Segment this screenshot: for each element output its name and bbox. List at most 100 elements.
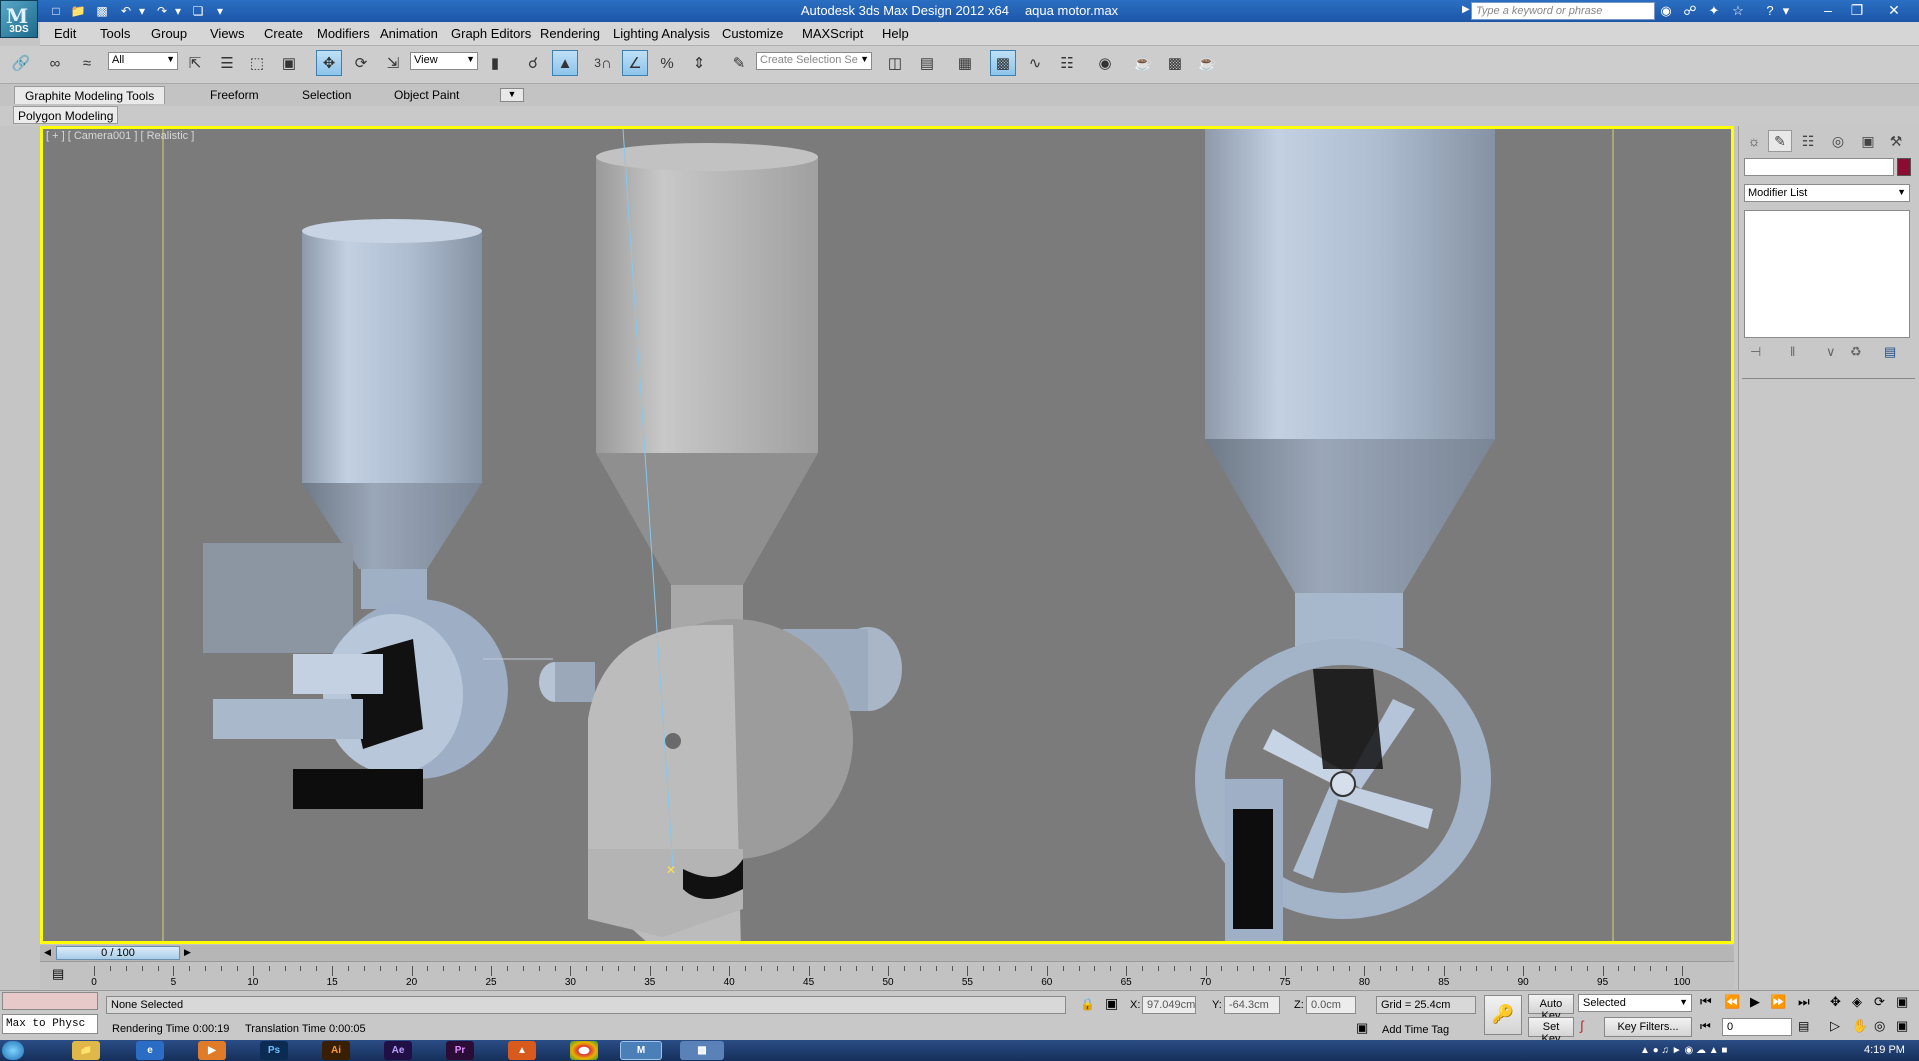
time-slider[interactable]: 0 / 100 xyxy=(56,946,180,960)
viewport-label-menu[interactable]: [ + ] [ Camera001 ] [ Realistic ] xyxy=(46,130,194,142)
ribbon-options-button[interactable]: ▼ xyxy=(500,88,524,102)
camera-viewport[interactable]: ✕ xyxy=(40,126,1734,944)
menu-views[interactable]: Views xyxy=(210,26,244,41)
subscription-center-icon[interactable]: ☍ xyxy=(1680,2,1700,20)
snaps-toggle-icon[interactable]: 3 ∩ xyxy=(590,50,616,76)
pin-stack-icon[interactable]: ⊣ xyxy=(1750,344,1761,360)
create-panel-icon[interactable]: ☼ xyxy=(1742,130,1766,152)
orbit-camera-icon[interactable]: ◎ xyxy=(1874,1018,1885,1034)
menu-help[interactable]: Help xyxy=(882,26,909,41)
select-and-scale-icon[interactable]: ⇲ xyxy=(380,50,406,76)
configure-modifier-sets-icon[interactable]: ▤ xyxy=(1884,344,1896,360)
curve-editor-icon[interactable]: ∿ xyxy=(1022,50,1048,76)
menu-lighting-analysis[interactable]: Lighting Analysis xyxy=(613,26,710,41)
zoom-extents-icon[interactable]: ▣ xyxy=(1896,994,1908,1010)
tab-graphite-modeling-tools[interactable]: Graphite Modeling Tools xyxy=(14,86,166,104)
object-color-swatch[interactable] xyxy=(1897,158,1911,176)
menu-graph-editors[interactable]: Graph Editors xyxy=(451,26,531,41)
select-and-link-icon[interactable]: 🔗 xyxy=(8,50,34,76)
pan-hand-icon[interactable]: ✋ xyxy=(1852,1018,1868,1034)
new-file-icon[interactable]: □ xyxy=(48,3,64,19)
menu-group[interactable]: Group xyxy=(151,26,187,41)
window-crossing-icon[interactable]: ▣ xyxy=(276,50,302,76)
orbit-icon[interactable]: ⟳ xyxy=(1874,994,1885,1010)
infocenter-search-input[interactable]: Type a keyword or phrase xyxy=(1471,2,1655,20)
x-coordinate-field[interactable]: 97.049cm xyxy=(1142,996,1196,1014)
maxscript-mini-listener[interactable]: Max to Physc xyxy=(2,1014,98,1034)
taskbar-app-ai[interactable]: Ai xyxy=(322,1041,350,1060)
file-explorer-icon[interactable]: 📁 xyxy=(72,1041,100,1060)
graphite-modeling-toggle-icon[interactable]: ▩ xyxy=(990,50,1016,76)
zoom-icon[interactable]: ✥ xyxy=(1830,994,1841,1010)
menu-animation[interactable]: Animation xyxy=(380,26,438,41)
minimize-button[interactable]: – xyxy=(1814,0,1842,20)
left-grinder-model[interactable] xyxy=(203,219,553,809)
zoom-all-icon[interactable]: ◈ xyxy=(1852,994,1862,1010)
rendered-frame-window-icon[interactable]: ▩ xyxy=(1162,50,1188,76)
right-grinder-model[interactable] xyxy=(1195,129,1495,941)
select-and-rotate-icon[interactable]: ⟳ xyxy=(348,50,374,76)
bind-to-space-warp-icon[interactable]: ≈ xyxy=(74,50,100,76)
time-tag-icon[interactable]: ▣ xyxy=(1356,1020,1368,1036)
select-and-move-icon[interactable]: ✥ xyxy=(316,50,342,76)
communication-center-icon[interactable]: ✦ xyxy=(1704,2,1724,20)
z-coordinate-field[interactable]: 0.0cm xyxy=(1306,996,1356,1014)
mirror-icon[interactable]: ◫ xyxy=(882,50,908,76)
chrome-icon[interactable] xyxy=(570,1041,598,1060)
redo-icon[interactable]: ↷ xyxy=(154,3,170,19)
schematic-view-icon[interactable]: ☷ xyxy=(1054,50,1080,76)
key-mode-dropdown[interactable]: Selected ▼ xyxy=(1578,994,1692,1012)
utilities-panel-icon[interactable]: ⚒ xyxy=(1884,130,1908,152)
project-folder-icon[interactable]: ❏ xyxy=(190,3,206,19)
align-icon[interactable]: ▤ xyxy=(914,50,940,76)
modify-panel-icon[interactable]: ✎ xyxy=(1768,130,1792,152)
material-editor-icon[interactable]: ◉ xyxy=(1092,50,1118,76)
render-production-icon[interactable]: ☕ xyxy=(1194,50,1220,76)
spinner-snap-icon[interactable]: ⇕ xyxy=(686,50,712,76)
tab-freeform[interactable]: Freeform xyxy=(200,86,269,104)
vlc-icon[interactable]: ▲ xyxy=(508,1041,536,1060)
undo-icon[interactable]: ↶ xyxy=(118,3,134,19)
set-key-button[interactable]: Set Key xyxy=(1528,1017,1574,1045)
go-to-start-icon[interactable]: ⏮ xyxy=(1700,994,1712,1010)
edit-named-selection-icon[interactable]: ✎ xyxy=(726,50,752,76)
tab-selection[interactable]: Selection xyxy=(292,86,361,104)
polygon-modeling-panel-button[interactable]: Polygon Modeling xyxy=(13,106,119,124)
layer-manager-icon[interactable]: ▦ xyxy=(952,50,978,76)
display-panel-icon[interactable]: ▣ xyxy=(1856,130,1880,152)
undo-dropdown-icon[interactable]: ▾ xyxy=(134,3,150,19)
window-taskbar-icon[interactable]: ▩ xyxy=(680,1041,724,1060)
key-filters-button[interactable]: Key Filters... xyxy=(1604,1017,1692,1037)
menu-customize[interactable]: Customize xyxy=(722,26,783,41)
selection-filter-dropdown[interactable]: All ▼ xyxy=(108,52,178,70)
center-grinder-model[interactable]: ✕ xyxy=(539,129,902,941)
absolute-mode-icon[interactable]: ▣ xyxy=(1105,995,1118,1012)
pivot-center-icon[interactable]: ▮ xyxy=(482,50,508,76)
render-setup-icon[interactable]: ☕ xyxy=(1130,50,1156,76)
menu-maxscript[interactable]: MAXScript xyxy=(802,26,863,41)
application-menu-button[interactable]: M 3DS xyxy=(0,0,38,38)
previous-frame-icon[interactable]: ⏪ xyxy=(1724,994,1740,1010)
next-frame-icon[interactable]: ⏩ xyxy=(1770,994,1786,1010)
unlink-selection-icon[interactable]: ∞ xyxy=(42,50,68,76)
quick-access-dropdown-icon[interactable]: ▾ xyxy=(212,3,228,19)
favorites-star-icon[interactable]: ☆ xyxy=(1728,2,1748,20)
object-name-field[interactable] xyxy=(1744,158,1894,176)
modifier-stack[interactable] xyxy=(1744,210,1910,338)
system-tray-icons[interactable]: ▲ ● ♫ ► ◉ ☁ ▲ ■ xyxy=(1640,1045,1727,1056)
3dsmax-taskbar-icon[interactable]: M xyxy=(620,1041,662,1060)
percent-snap-icon[interactable]: % xyxy=(654,50,680,76)
keyboard-shortcut-override-icon[interactable]: ▲ xyxy=(552,50,578,76)
restore-button[interactable]: ❐ xyxy=(1843,0,1871,20)
make-unique-icon[interactable]: ∨ xyxy=(1826,344,1836,360)
maximize-viewport-icon[interactable]: ▣ xyxy=(1896,1018,1908,1034)
mini-curve-editor-icon[interactable]: ▤ xyxy=(52,966,70,982)
field-of-view-icon[interactable]: ▷ xyxy=(1830,1018,1840,1034)
hierarchy-panel-icon[interactable]: ☷ xyxy=(1796,130,1820,152)
rectangular-selection-icon[interactable]: ⬚ xyxy=(244,50,270,76)
select-manipulate-icon[interactable]: ☌ xyxy=(520,50,546,76)
taskbar-app-ps[interactable]: Ps xyxy=(260,1041,288,1060)
select-by-name-icon[interactable]: ☰ xyxy=(214,50,240,76)
media-player-icon[interactable]: ▶ xyxy=(198,1041,226,1060)
maxscript-listener-pink[interactable] xyxy=(2,992,98,1010)
